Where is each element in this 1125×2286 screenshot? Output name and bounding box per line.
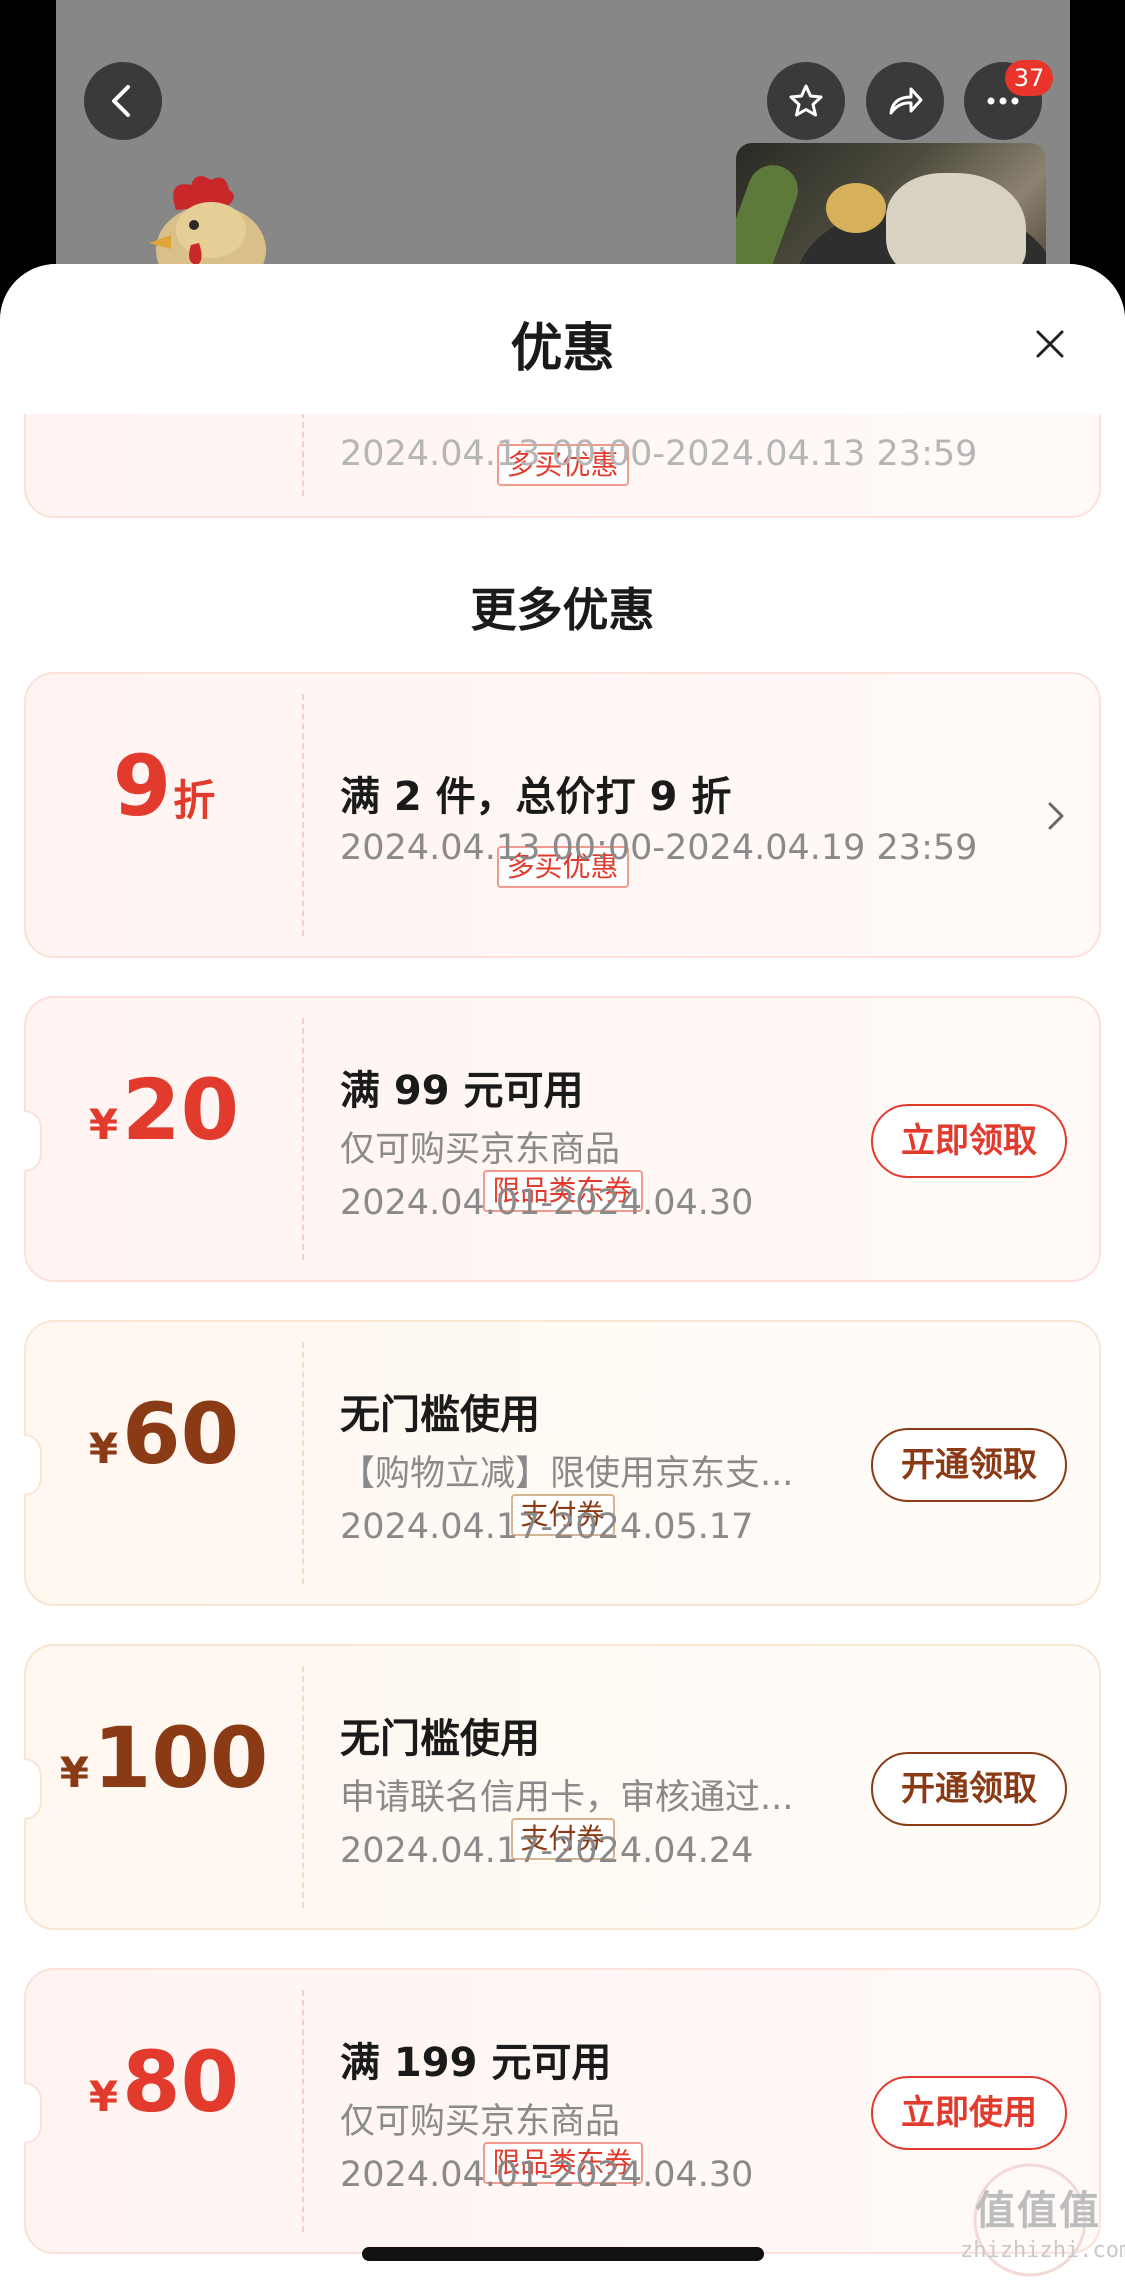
use-now-button[interactable]: 立即使用	[871, 2076, 1067, 2150]
coupon-title: 无门槛使用	[340, 1716, 540, 1762]
coupon-title: 无门槛使用	[340, 1392, 540, 1438]
coupon-date: 2024.04.17-2024.04.24	[340, 1831, 754, 1871]
discount-sheet: 多买优惠 2024.04.13 00:00-2024.04.13 23:59 优…	[0, 264, 1125, 2286]
coupon-divider	[302, 1990, 304, 2232]
favorite-button[interactable]	[767, 62, 845, 140]
coupon-date: 2024.04.01-2024.04.30	[340, 1183, 754, 1223]
coupon-amount: 9折	[26, 744, 302, 828]
coupon-value: 60	[122, 1385, 240, 1483]
coupon-title: 满 199 元可用	[340, 2040, 612, 2086]
share-icon	[889, 87, 923, 115]
coupon-value: 20	[122, 1061, 240, 1159]
activate-claim-button[interactable]: 开通领取	[871, 1428, 1067, 1502]
dimmed-backdrop[interactable]	[0, 0, 1125, 300]
close-icon[interactable]	[1030, 324, 1070, 364]
coupon-date: 2024.04.01-2024.04.30	[340, 2155, 754, 2195]
section-title: 更多优惠	[470, 583, 655, 637]
activate-claim-button[interactable]: 开通领取	[871, 1752, 1067, 1826]
coupon-card[interactable]: ¥20 限品类东券 满 99 元可用 仅可购买京东商品 2024.04.01-2…	[24, 996, 1101, 1282]
coupon-title: 满 99 元可用	[340, 1068, 584, 1114]
currency-symbol: ¥	[88, 2072, 119, 2121]
coupon-date: 2024.04.13 00:00-2024.04.13 23:59	[340, 434, 978, 474]
currency-symbol: ¥	[59, 1748, 89, 1797]
coupon-card[interactable]: ¥100 支付券 无门槛使用 申请联名信用卡，审核通过... 2024.04.1…	[24, 1644, 1101, 1930]
currency-symbol: ¥	[88, 1100, 119, 1149]
coupon-value: 9	[112, 737, 172, 835]
watermark-logo: 值值值	[975, 2188, 1101, 2234]
coupon-value: 100	[92, 1709, 269, 1807]
sheet-title: 优惠	[510, 319, 615, 379]
coupon-amount: ¥100	[26, 1716, 302, 1800]
product-page-preview	[56, 0, 1070, 300]
notification-badge: 37	[1005, 60, 1053, 96]
claim-button[interactable]: 立即领取	[871, 1104, 1067, 1178]
coupon-divider	[302, 1342, 304, 1584]
coupon-date: 2024.04.13 00:00-2024.04.19 23:59	[340, 828, 978, 868]
coupon-card[interactable]: 9折 多买优惠 满 2 件，总价打 9 折 2024.04.13 00:00-2…	[24, 672, 1101, 958]
share-button[interactable]	[866, 62, 944, 140]
coupon-description: 申请联名信用卡，审核通过...	[340, 1778, 794, 1818]
currency-symbol: ¥	[88, 1424, 119, 1473]
coupon-description: 仅可购买京东商品	[340, 1130, 621, 1170]
coupon-amount: ¥20	[26, 1068, 302, 1152]
coupon-date: 2024.04.17-2024.05.17	[340, 1507, 754, 1547]
coupon-description: 【购物立减】限使用京东支...	[340, 1454, 794, 1494]
watermark-site: zhizhizhi.com	[960, 2238, 1125, 2263]
star-icon	[789, 84, 823, 117]
sheet-header: 优惠	[0, 264, 1125, 414]
coupon-value: 80	[122, 2033, 240, 2131]
chevron-left-icon	[112, 85, 130, 117]
home-indicator[interactable]	[362, 2247, 764, 2261]
coupon-card[interactable]: ¥60 支付券 无门槛使用 【购物立减】限使用京东支... 2024.04.17…	[24, 1320, 1101, 1606]
coupon-divider	[302, 1018, 304, 1260]
coupon-description: 仅可购买京东商品	[340, 2102, 621, 2142]
back-button[interactable]	[84, 62, 162, 140]
coupon-divider	[302, 1666, 304, 1908]
coupon-title: 满 2 件，总价打 9 折	[340, 774, 732, 820]
coupon-unit: 折	[173, 776, 216, 825]
coupon-amount: ¥80	[26, 2040, 302, 2124]
coupon-divider	[302, 694, 304, 936]
chevron-right-icon[interactable]	[1046, 798, 1068, 834]
coupon-amount: ¥60	[26, 1392, 302, 1476]
